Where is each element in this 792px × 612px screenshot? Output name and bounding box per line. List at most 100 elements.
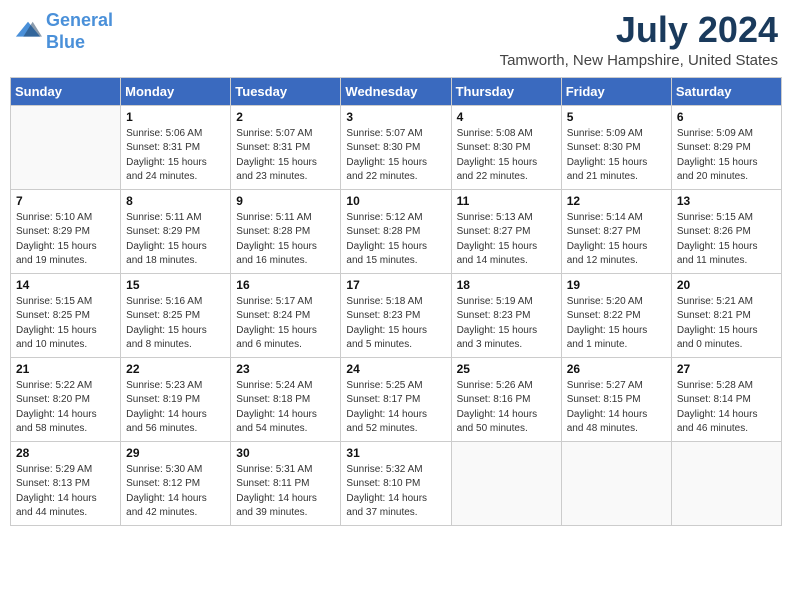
day-number: 19 [567,278,666,292]
calendar-cell: 28 Sunrise: 5:29 AMSunset: 8:13 PMDayligh… [11,441,121,525]
logo-line2: Blue [46,32,85,52]
day-info: Sunrise: 5:18 AMSunset: 8:23 PMDaylight:… [346,295,445,353]
day-number: 17 [346,278,445,292]
day-info: Sunrise: 5:12 AMSunset: 8:28 PMDaylight:… [346,211,445,269]
day-number: 16 [236,278,335,292]
calendar-week-row: 21 Sunrise: 5:22 AMSunset: 8:20 PMDayligh… [11,357,782,441]
day-info: Sunrise: 5:07 AMSunset: 8:30 PMDaylight:… [346,127,445,185]
day-info: Sunrise: 5:16 AMSunset: 8:25 PMDaylight:… [126,295,225,353]
day-info: Sunrise: 5:25 AMSunset: 8:17 PMDaylight:… [346,379,445,437]
calendar-cell: 27 Sunrise: 5:28 AMSunset: 8:14 PMDayligh… [671,357,781,441]
day-info: Sunrise: 5:09 AMSunset: 8:29 PMDaylight:… [677,127,776,185]
day-info: Sunrise: 5:22 AMSunset: 8:20 PMDaylight:… [16,379,115,437]
day-number: 3 [346,110,445,124]
day-info: Sunrise: 5:10 AMSunset: 8:29 PMDaylight:… [16,211,115,269]
day-number: 8 [126,194,225,208]
day-number: 22 [126,362,225,376]
day-info: Sunrise: 5:31 AMSunset: 8:11 PMDaylight:… [236,463,335,521]
day-info: Sunrise: 5:29 AMSunset: 8:13 PMDaylight:… [16,463,115,521]
day-number: 27 [677,362,776,376]
day-info: Sunrise: 5:21 AMSunset: 8:21 PMDaylight:… [677,295,776,353]
day-number: 14 [16,278,115,292]
calendar-cell: 22Sunrise: 5:23 AMSunset: 8:19 PMDayligh… [121,357,231,441]
day-number: 7 [16,194,115,208]
calendar-cell: 9 Sunrise: 5:11 AMSunset: 8:28 PMDaylight… [231,189,341,273]
month-year: July 2024 [500,10,778,50]
day-info: Sunrise: 5:28 AMSunset: 8:14 PMDaylight:… [677,379,776,437]
day-info: Sunrise: 5:15 AMSunset: 8:25 PMDaylight:… [16,295,115,353]
calendar-cell: 15Sunrise: 5:16 AMSunset: 8:25 PMDayligh… [121,273,231,357]
day-number: 23 [236,362,335,376]
calendar-cell: 6 Sunrise: 5:09 AMSunset: 8:29 PMDaylight… [671,105,781,189]
day-number: 1 [126,110,225,124]
day-number: 28 [16,446,115,460]
day-info: Sunrise: 5:17 AMSunset: 8:24 PMDaylight:… [236,295,335,353]
day-info: Sunrise: 5:11 AMSunset: 8:28 PMDaylight:… [236,211,335,269]
day-number: 18 [457,278,556,292]
day-info: Sunrise: 5:06 AMSunset: 8:31 PMDaylight:… [126,127,225,185]
day-number: 29 [126,446,225,460]
calendar-cell: 2Sunrise: 5:07 AMSunset: 8:31 PMDaylight… [231,105,341,189]
calendar-cell [671,441,781,525]
calendar-cell: 7 Sunrise: 5:10 AMSunset: 8:29 PMDaylight… [11,189,121,273]
day-number: 13 [677,194,776,208]
calendar-cell: 16 Sunrise: 5:17 AMSunset: 8:24 PMDayligh… [231,273,341,357]
calendar-cell: 26Sunrise: 5:27 AMSunset: 8:15 PMDayligh… [561,357,671,441]
day-number: 12 [567,194,666,208]
day-info: Sunrise: 5:26 AMSunset: 8:16 PMDaylight:… [457,379,556,437]
calendar-cell: 11Sunrise: 5:13 AMSunset: 8:27 PMDayligh… [451,189,561,273]
calendar-cell [561,441,671,525]
day-number: 21 [16,362,115,376]
logo-line1: General [46,10,113,30]
calendar-cell: 23 Sunrise: 5:24 AMSunset: 8:18 PMDayligh… [231,357,341,441]
day-number: 31 [346,446,445,460]
day-info: Sunrise: 5:24 AMSunset: 8:18 PMDaylight:… [236,379,335,437]
day-info: Sunrise: 5:09 AMSunset: 8:30 PMDaylight:… [567,127,666,185]
day-number: 20 [677,278,776,292]
day-number: 11 [457,194,556,208]
calendar-cell: 18 Sunrise: 5:19 AMSunset: 8:23 PMDayligh… [451,273,561,357]
weekday-header: Sunday [11,77,121,105]
day-number: 30 [236,446,335,460]
day-info: Sunrise: 5:15 AMSunset: 8:26 PMDaylight:… [677,211,776,269]
calendar-cell: 3 Sunrise: 5:07 AMSunset: 8:30 PMDaylight… [341,105,451,189]
day-info: Sunrise: 5:14 AMSunset: 8:27 PMDaylight:… [567,211,666,269]
logo-text: General Blue [46,10,113,53]
calendar-week-row: 28 Sunrise: 5:29 AMSunset: 8:13 PMDayligh… [11,441,782,525]
calendar-cell: 24Sunrise: 5:25 AMSunset: 8:17 PMDayligh… [341,357,451,441]
calendar-cell: 12 Sunrise: 5:14 AMSunset: 8:27 PMDayligh… [561,189,671,273]
weekday-header: Saturday [671,77,781,105]
calendar-cell: 14 Sunrise: 5:15 AMSunset: 8:25 PMDayligh… [11,273,121,357]
calendar-cell: 17 Sunrise: 5:18 AMSunset: 8:23 PMDayligh… [341,273,451,357]
calendar-week-row: 7 Sunrise: 5:10 AMSunset: 8:29 PMDaylight… [11,189,782,273]
weekday-header: Wednesday [341,77,451,105]
day-number: 5 [567,110,666,124]
calendar-cell: 31 Sunrise: 5:32 AMSunset: 8:10 PMDayligh… [341,441,451,525]
day-number: 25 [457,362,556,376]
calendar-cell [451,441,561,525]
calendar-cell: 21 Sunrise: 5:22 AMSunset: 8:20 PMDayligh… [11,357,121,441]
day-number: 6 [677,110,776,124]
weekday-header: Monday [121,77,231,105]
logo-icon [14,18,42,46]
calendar-cell: 30 Sunrise: 5:31 AMSunset: 8:11 PMDayligh… [231,441,341,525]
calendar-cell: 4 Sunrise: 5:08 AMSunset: 8:30 PMDaylight… [451,105,561,189]
calendar-cell: 10 Sunrise: 5:12 AMSunset: 8:28 PMDayligh… [341,189,451,273]
day-number: 4 [457,110,556,124]
logo: General Blue [14,10,113,53]
weekday-header: Tuesday [231,77,341,105]
title-block: July 2024 Tamworth, New Hampshire, Unite… [500,10,778,69]
day-info: Sunrise: 5:32 AMSunset: 8:10 PMDaylight:… [346,463,445,521]
calendar-cell: 1 Sunrise: 5:06 AMSunset: 8:31 PMDaylight… [121,105,231,189]
calendar-cell: 29Sunrise: 5:30 AMSunset: 8:12 PMDayligh… [121,441,231,525]
day-info: Sunrise: 5:19 AMSunset: 8:23 PMDaylight:… [457,295,556,353]
page-header: General Blue July 2024 Tamworth, New Ham… [10,10,782,69]
day-number: 10 [346,194,445,208]
day-number: 9 [236,194,335,208]
calendar-cell: 20 Sunrise: 5:21 AMSunset: 8:21 PMDayligh… [671,273,781,357]
calendar-cell: 19Sunrise: 5:20 AMSunset: 8:22 PMDayligh… [561,273,671,357]
calendar-cell: 25 Sunrise: 5:26 AMSunset: 8:16 PMDayligh… [451,357,561,441]
calendar-cell: 13 Sunrise: 5:15 AMSunset: 8:26 PMDayligh… [671,189,781,273]
day-info: Sunrise: 5:08 AMSunset: 8:30 PMDaylight:… [457,127,556,185]
weekday-header: Thursday [451,77,561,105]
